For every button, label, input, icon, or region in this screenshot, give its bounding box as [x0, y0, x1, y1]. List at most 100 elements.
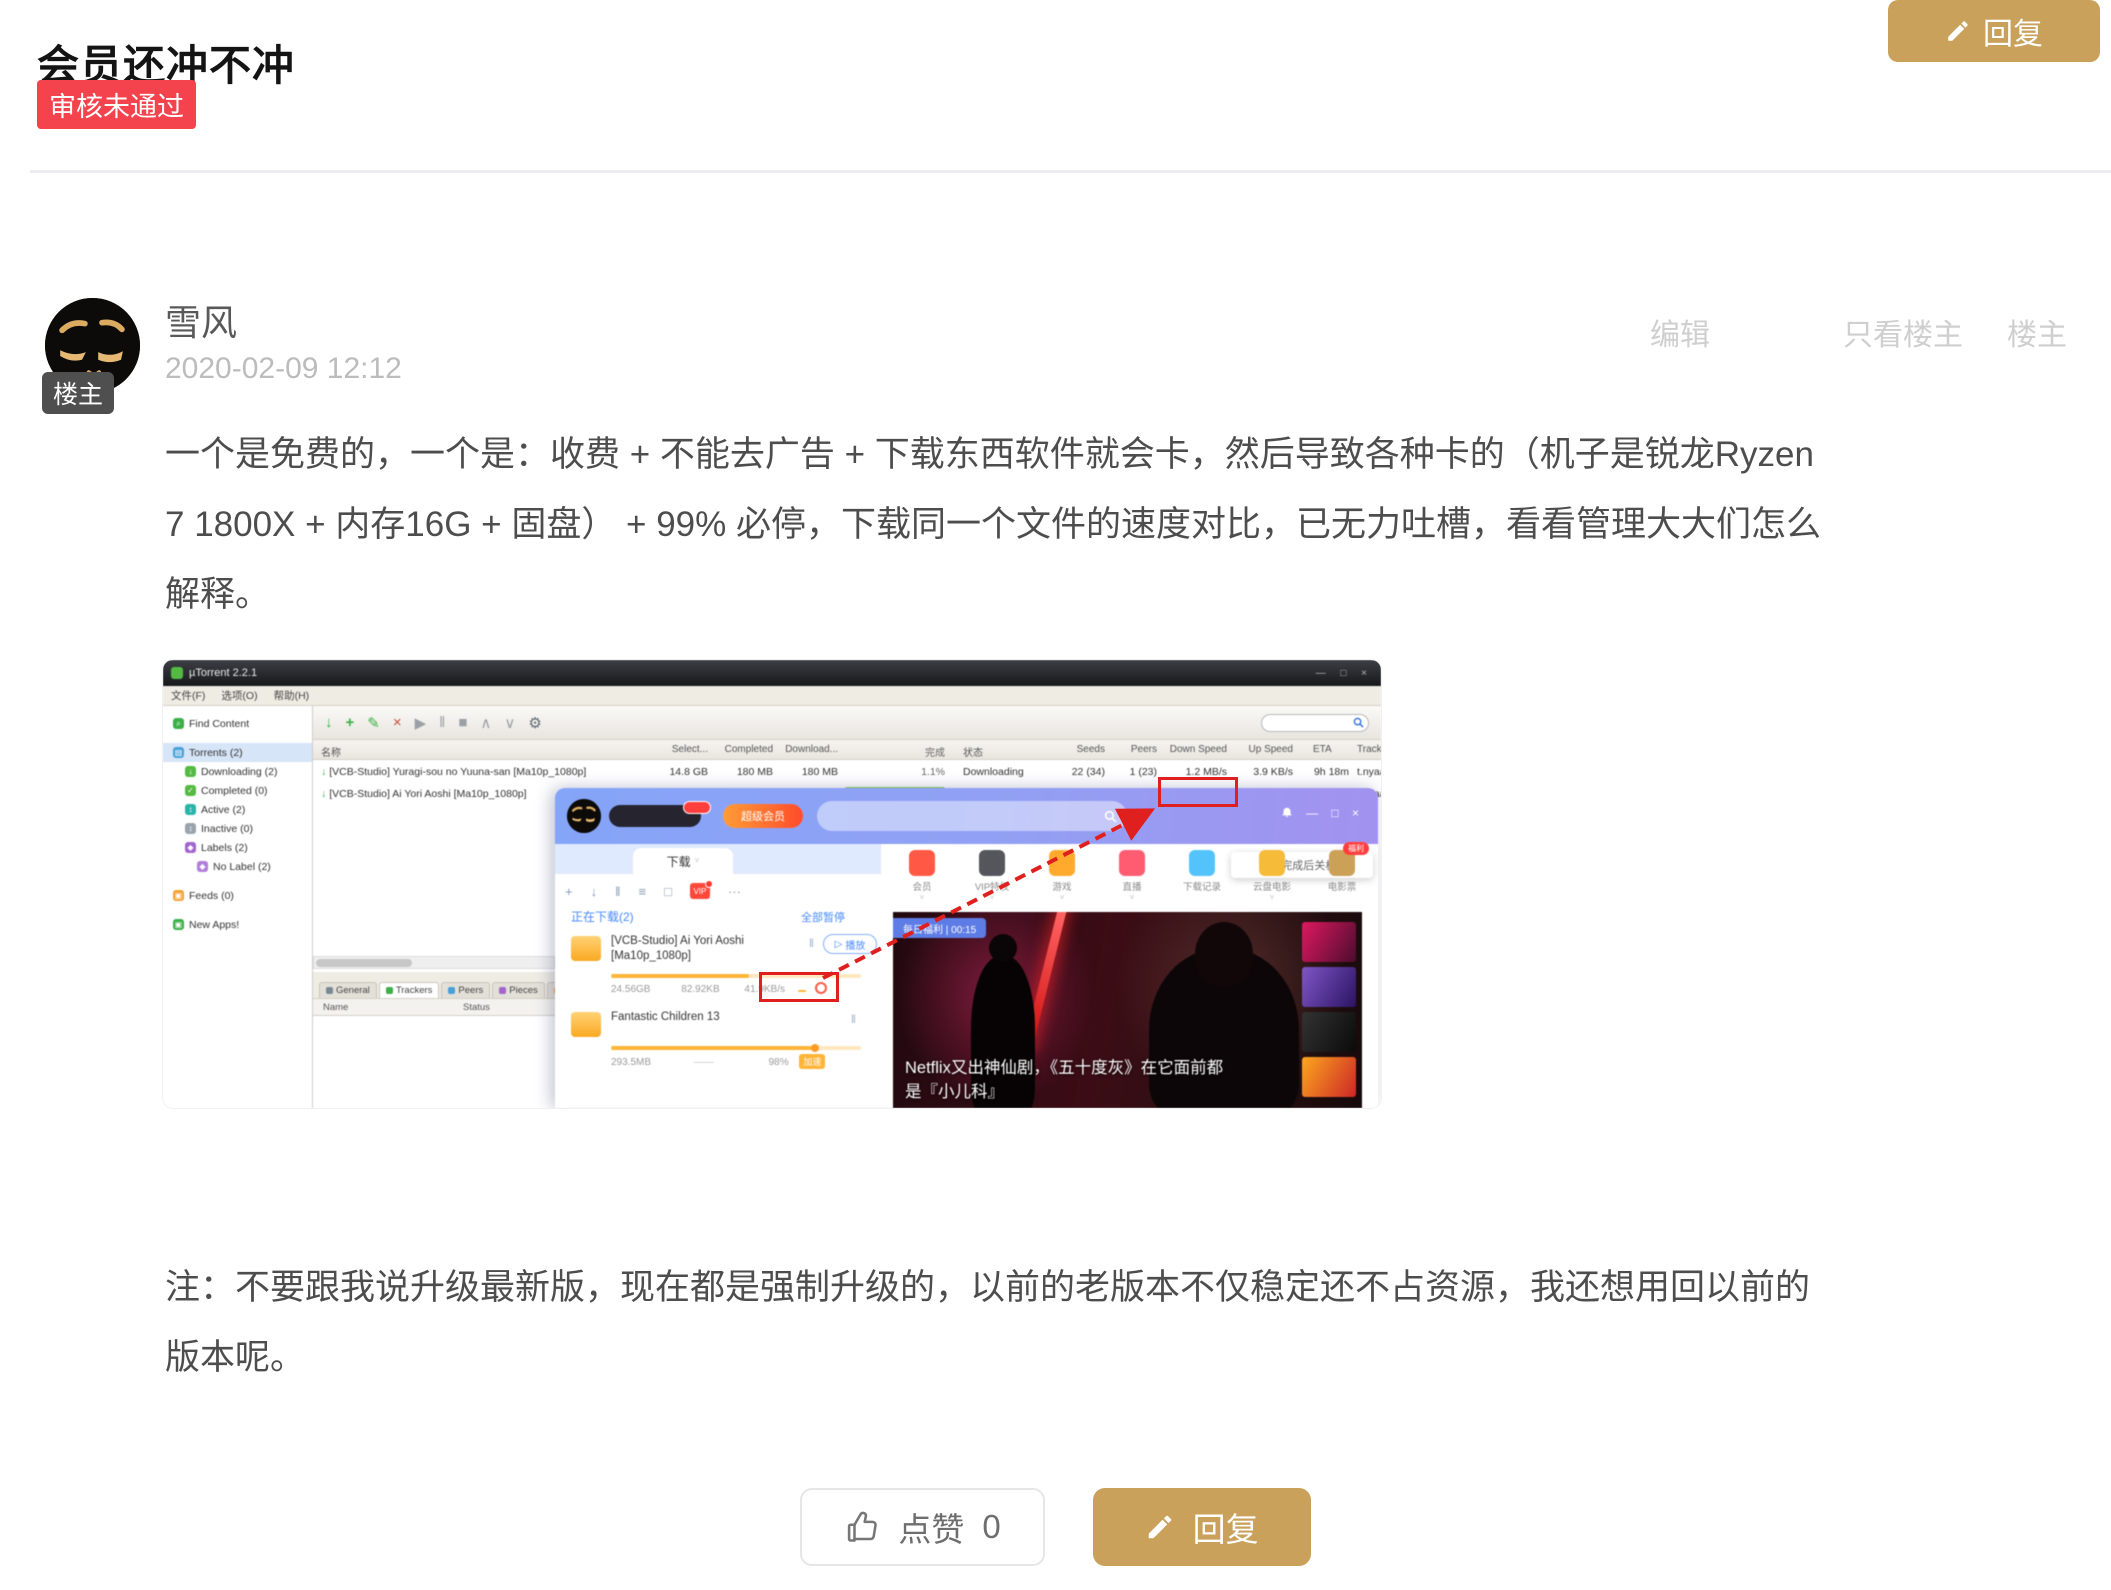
nav-games: 游戏 ˅	[1029, 850, 1095, 900]
remove-icon: ×	[393, 714, 402, 731]
col-up-speed: Up Speed	[1235, 744, 1293, 755]
detail-table-header: Name Status	[313, 998, 555, 1016]
vip-speedup-icon: VIP	[690, 883, 710, 899]
daily-bonus-badge: 每日福利 | 00:15	[893, 918, 986, 938]
video-thumbnail	[1302, 922, 1356, 962]
video-caption-line2: 是『小儿科』	[905, 1078, 1004, 1102]
create-torrent-icon: ✎	[367, 714, 380, 732]
sidebar-active: ↕ Active (2)	[163, 800, 312, 819]
download-item-name: [VCB-Studio] Ai Yori Aoshi [Ma10p_1080p]	[611, 934, 791, 964]
sidebar-find-content: ⌕ Find Content	[163, 714, 312, 733]
menu-help: 帮助(H)	[274, 688, 310, 703]
menu-options: 选项(O)	[221, 688, 257, 703]
utorrent-detail-tabs: General Trackers Peers Pieces Files	[313, 972, 555, 998]
col-size: Select...	[643, 744, 708, 755]
detail-col-name: Name	[323, 1002, 348, 1013]
chevron-down-icon: ˅	[990, 896, 995, 900]
status-badge: 审核未通过	[37, 80, 196, 129]
col-name: 名称	[321, 744, 651, 759]
sidebar-downloading: ↓ Downloading (2)	[163, 762, 312, 781]
col-tracker: Tracker	[1357, 744, 1381, 755]
apps-icon: ▣	[173, 919, 184, 930]
sidebar-feeds: ▣ Feeds (0)	[163, 886, 312, 905]
highlight-box-xunlei-speed	[759, 972, 839, 1002]
author-name[interactable]: 雪风	[165, 294, 237, 346]
video-thumbnail-list	[1302, 922, 1356, 1097]
pencil-icon	[1145, 1512, 1175, 1542]
tab-general: General	[319, 982, 377, 998]
col-down-speed: Down Speed	[1161, 744, 1227, 755]
feeds-icon: ▣	[173, 890, 184, 901]
settings-gear-icon: ⚙	[528, 714, 541, 732]
sidebar-inactive: ↕ Inactive (0)	[163, 819, 312, 838]
live-icon	[1119, 850, 1145, 876]
woman-portrait-silhouette	[1149, 948, 1299, 1108]
horizontal-scrollbar	[313, 956, 555, 969]
speedup-tag: 加速	[799, 1054, 825, 1069]
post-image-utorrent-comparison[interactable]: µTorrent 2.2.1 — □ × 文件(F) 选项(O) 帮助(H) ⌕…	[163, 660, 1381, 1108]
utorrent-menubar: 文件(F) 选项(O) 帮助(H)	[163, 686, 1381, 706]
general-icon	[326, 987, 333, 994]
nav-cloud-movies: 云盘电影 ˅	[1239, 850, 1305, 900]
like-button[interactable]: 点赞 0	[800, 1488, 1044, 1566]
nav-vip-privilege: VIP特权 ˅	[959, 850, 1025, 900]
col-completed: Completed	[708, 744, 773, 755]
chevron-down-icon: ˅	[920, 896, 925, 900]
video-thumbnail	[1302, 967, 1356, 1007]
pause-all-icon: ‖	[615, 884, 620, 899]
pause-all-link: 全部暂停	[801, 909, 845, 925]
download-item-stats: 293.5MB —— 98% 加速	[611, 1054, 879, 1069]
search-icon	[1104, 810, 1117, 823]
edit-link[interactable]: 编辑	[1650, 310, 1710, 354]
check-icon: ✓	[185, 785, 196, 796]
reply-label: 回复	[1193, 1503, 1259, 1551]
progress-fill	[611, 1046, 816, 1050]
chevron-down-icon: ˅	[695, 859, 700, 863]
movie-icon	[1259, 850, 1285, 876]
download-item-2: Fantastic Children 13 ‖ 293.5MB —— 98% 加…	[555, 1008, 881, 1078]
reply-button-top[interactable]: 回复	[1888, 0, 2100, 62]
play-button: ▷播放	[823, 934, 877, 954]
xunlei-level-badge	[683, 801, 711, 814]
sidebar-torrents: ▤ Torrents (2)	[163, 743, 312, 762]
reply-button-bottom[interactable]: 回复	[1093, 1488, 1311, 1566]
privilege-icon	[979, 850, 1005, 876]
search-icon	[1353, 717, 1364, 728]
tab-trackers: Trackers	[379, 982, 440, 998]
vip-icon	[909, 850, 935, 876]
trackers-icon	[386, 987, 393, 994]
add-torrent-icon: ↓	[325, 714, 333, 731]
active-icon: ↕	[185, 804, 196, 815]
tab-peers: Peers	[441, 982, 490, 998]
like-label: 点赞	[898, 1503, 964, 1551]
xunlei-vip-promo-button: 超级会员	[723, 804, 803, 828]
sidebar-labels: ◆ Labels (2)	[163, 838, 312, 857]
label-icon: ◆	[185, 842, 196, 853]
progress-fill	[611, 974, 749, 978]
only-op-link[interactable]: 只看楼主	[1843, 310, 1963, 354]
games-icon	[1049, 850, 1075, 876]
download-arrow-icon: ↓	[321, 766, 326, 778]
pencil-icon	[1945, 18, 1971, 44]
move-down-icon: ∨	[504, 714, 515, 732]
tab-pieces: Pieces	[492, 982, 545, 998]
folder-view-icon: □	[664, 884, 672, 899]
op-badge: 楼主	[42, 372, 114, 414]
utorrent-titlebar: µTorrent 2.2.1 — □ ×	[163, 660, 1381, 686]
utorrent-sidebar: ⌕ Find Content ▤ Torrents (2) ↓ Download…	[163, 706, 313, 1108]
like-count: 0	[982, 1508, 1000, 1546]
xunlei-window: 超级会员 — □ × 任务完成后关机 ▾ 下载˅ + ↓	[555, 788, 1378, 1108]
add-url-icon: +	[346, 714, 355, 731]
col-peers: Peers	[1107, 744, 1157, 755]
xunlei-search-bar	[817, 801, 1127, 831]
xunlei-toolbar: + ↓ ‖ ≡ □ VIP ···	[565, 878, 741, 904]
inactive-icon: ↕	[185, 823, 196, 834]
torrent-name: [VCB-Studio] Yuragi-sou no Yuuna-san [Ma…	[329, 766, 586, 778]
download-item-name: Fantastic Children 13	[611, 1010, 791, 1025]
label-icon: ◆	[197, 861, 208, 872]
xunlei-header: 超级会员 — □ ×	[555, 788, 1378, 844]
download-arrow-icon: ↓	[321, 788, 326, 800]
new-task-icon: +	[565, 884, 573, 899]
col-eta: ETA	[1299, 744, 1349, 755]
xunlei-window-controls: — □ ×	[1306, 806, 1364, 820]
